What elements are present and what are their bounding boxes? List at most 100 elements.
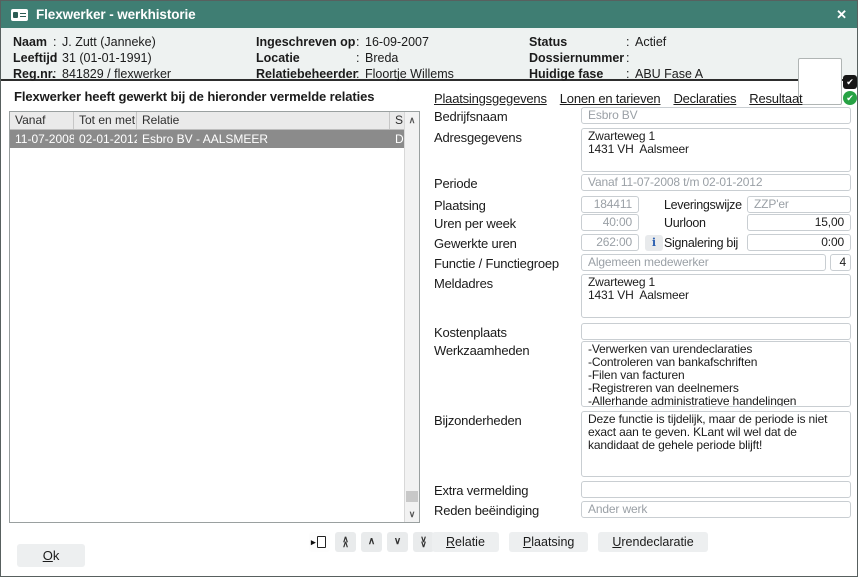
flexwerker-werkhistorie-window: Flexwerker - werkhistorie ✕ Naam:J. Zutt…: [0, 0, 858, 577]
leeftijd-label: Leeftijd: [13, 50, 53, 66]
bedrijfsnaam-field[interactable]: Esbro BV: [581, 107, 851, 124]
urendeclaratie-button[interactable]: Urendeclaratie: [598, 532, 707, 552]
id-card-icon: [11, 9, 28, 21]
reden-beeindiging-label: Reden beëindiging: [434, 503, 539, 518]
relatiebeheerder-value: Floortje Willems: [365, 66, 454, 82]
kostenplaats-label: Kostenplaats: [434, 325, 507, 340]
huidige-fase-label: Huidige fase: [529, 66, 626, 82]
double-chevron-down-icon: ∨∨: [420, 537, 427, 548]
header-column-middle: Ingeschreven op:16-09-2007 Locatie:Breda…: [256, 34, 526, 82]
first-record-button[interactable]: ∧∧: [335, 532, 356, 552]
uren-per-week-label: Uren per week: [434, 216, 516, 231]
uurloon-field[interactable]: 15,00: [747, 214, 851, 231]
table-row[interactable]: 11-07-2008 02-01-2012 Esbro BV - AALSMEE…: [10, 130, 404, 148]
ingeschreven-op-label: Ingeschreven op: [256, 34, 356, 50]
action-buttons: Relatie Plaatsing Urendeclaratie: [432, 532, 708, 552]
regnr-label: Reg.nr.: [13, 66, 53, 82]
functie-field[interactable]: Algemeen medewerker: [581, 254, 826, 271]
page-arrow-icon: ▸: [313, 536, 326, 549]
periode-label: Periode: [434, 176, 477, 191]
uurloon-label: Uurloon: [664, 216, 706, 230]
uren-per-week-field[interactable]: 40:00: [581, 214, 639, 231]
werkzaamheden-field[interactable]: -Verwerken van urendeclaraties -Controle…: [581, 341, 851, 407]
relations-list-caption: Flexwerker heeft gewerkt bij de hieronde…: [14, 89, 374, 104]
plaatsing-label: Plaatsing: [434, 198, 486, 213]
ok-button[interactable]: Ok: [17, 544, 85, 567]
chevron-up-icon: ∧: [368, 537, 375, 547]
relations-listbox: Vanaf Tot en met Relatie S 11-07-2008 02…: [9, 111, 420, 523]
header-column-left: Naam:J. Zutt (Janneke) Leeftijd:31 (01-0…: [13, 34, 253, 82]
column-header-vanaf: Vanaf: [10, 112, 74, 129]
meldadres-label: Meldadres: [434, 276, 493, 291]
photo-placeholder: [798, 58, 842, 105]
row-vanaf: 11-07-2008: [10, 130, 74, 148]
dossiernummer-label: Dossiernummer: [529, 50, 626, 66]
naam-value: J. Zutt (Janneke): [62, 34, 156, 50]
locatie-value: Breda: [365, 50, 398, 66]
row-s: D: [390, 130, 404, 148]
double-chevron-up-icon: ∧∧: [342, 537, 349, 548]
leeftijd-value: 31 (01-01-1991): [62, 50, 152, 66]
signalering-bij-field[interactable]: 0:00: [747, 234, 851, 251]
window-title: Flexwerker - werkhistorie: [36, 7, 196, 22]
kostenplaats-field[interactable]: [581, 323, 851, 340]
bedrijfsnaam-label: Bedrijfsnaam: [434, 109, 507, 124]
leveringswijze-label: Leveringswijze: [664, 198, 742, 212]
title-bar[interactable]: Flexwerker - werkhistorie ✕: [1, 1, 857, 28]
scrollbar-thumb[interactable]: [406, 491, 418, 502]
werkzaamheden-label: Werkzaamheden: [434, 343, 529, 358]
extra-vermelding-field[interactable]: [581, 481, 851, 498]
close-icon[interactable]: ✕: [836, 7, 847, 23]
gewerkte-uren-label: Gewerkte uren: [434, 236, 517, 251]
bijzonderheden-label: Bijzonderheden: [434, 413, 522, 428]
tab-lonen-en-tarieven[interactable]: Lonen en tarieven: [560, 91, 661, 106]
green-check-icon: ✔: [843, 91, 857, 105]
tab-plaatsingsgegevens[interactable]: Plaatsingsgegevens: [434, 91, 547, 106]
extra-vermelding-label: Extra vermelding: [434, 483, 528, 498]
regnr-value: 841829 / flexwerker: [62, 66, 171, 82]
functie-functiegroep-label: Functie / Functiegroep: [434, 256, 559, 271]
naam-label: Naam: [13, 34, 53, 50]
bijzonderheden-field[interactable]: Deze functie is tijdelijk, maar de perio…: [581, 411, 851, 477]
checked-checkbox-icon[interactable]: ✔: [843, 75, 857, 89]
info-icon[interactable]: i: [645, 235, 663, 251]
column-header-tot-en-met: Tot en met: [74, 112, 137, 129]
periode-field[interactable]: Vanaf 11-07-2008 t/m 02-01-2012: [581, 174, 851, 191]
status-value: Actief: [635, 34, 666, 50]
functiegroep-field[interactable]: 4: [830, 254, 851, 271]
ingeschreven-op-value: 16-09-2007: [365, 34, 429, 50]
form-tabs: Plaatsingsgegevens Lonen en tarieven Dec…: [434, 91, 802, 106]
adresgegevens-field[interactable]: Zwarteweg 1 1431 VH Aalsmeer: [581, 128, 851, 172]
adresgegevens-label: Adresgegevens: [434, 130, 522, 145]
leveringswijze-field[interactable]: ZZP'er: [747, 196, 851, 213]
tab-resultaat[interactable]: Resultaat: [749, 91, 802, 106]
row-tot-en-met: 02-01-2012: [74, 130, 137, 148]
record-navigation: ▸ ∧∧ ∧ ∨ ∨∨: [309, 532, 434, 552]
person-info-header: Naam:J. Zutt (Janneke) Leeftijd:31 (01-0…: [1, 28, 857, 81]
relatiebeheerder-label: Relatiebeheerder: [256, 66, 356, 82]
chevron-down-icon: ∨: [394, 537, 401, 547]
list-scrollbar[interactable]: ∧ ∨: [404, 112, 419, 522]
last-record-button[interactable]: ∨∨: [413, 532, 434, 552]
column-header-relatie: Relatie: [137, 112, 390, 129]
huidige-fase-value: ABU Fase A: [635, 66, 703, 82]
column-header-s: S: [390, 112, 404, 129]
scroll-up-icon[interactable]: ∧: [405, 112, 419, 128]
reden-beeindiging-field[interactable]: Ander werk: [581, 501, 851, 518]
next-record-button[interactable]: ∨: [387, 532, 408, 552]
header-column-right: Status:Actief Dossiernummer: Huidige fas…: [529, 34, 791, 82]
locatie-label: Locatie: [256, 50, 356, 66]
row-relatie: Esbro BV - AALSMEER: [137, 130, 390, 148]
relations-list-header: Vanaf Tot en met Relatie S: [10, 112, 404, 130]
signalering-bij-label: Signalering bij: [664, 236, 738, 250]
scroll-down-icon[interactable]: ∨: [405, 506, 419, 522]
status-label: Status: [529, 34, 626, 50]
plaatsing-button[interactable]: Plaatsing: [509, 532, 588, 552]
gewerkte-uren-field[interactable]: 262:00: [581, 234, 639, 251]
new-record-button[interactable]: ▸: [309, 532, 330, 552]
plaatsing-field[interactable]: 184411: [581, 196, 639, 213]
previous-record-button[interactable]: ∧: [361, 532, 382, 552]
relatie-button[interactable]: Relatie: [432, 532, 499, 552]
meldadres-field[interactable]: Zwarteweg 1 1431 VH Aalsmeer: [581, 274, 851, 318]
tab-declaraties[interactable]: Declaraties: [673, 91, 736, 106]
